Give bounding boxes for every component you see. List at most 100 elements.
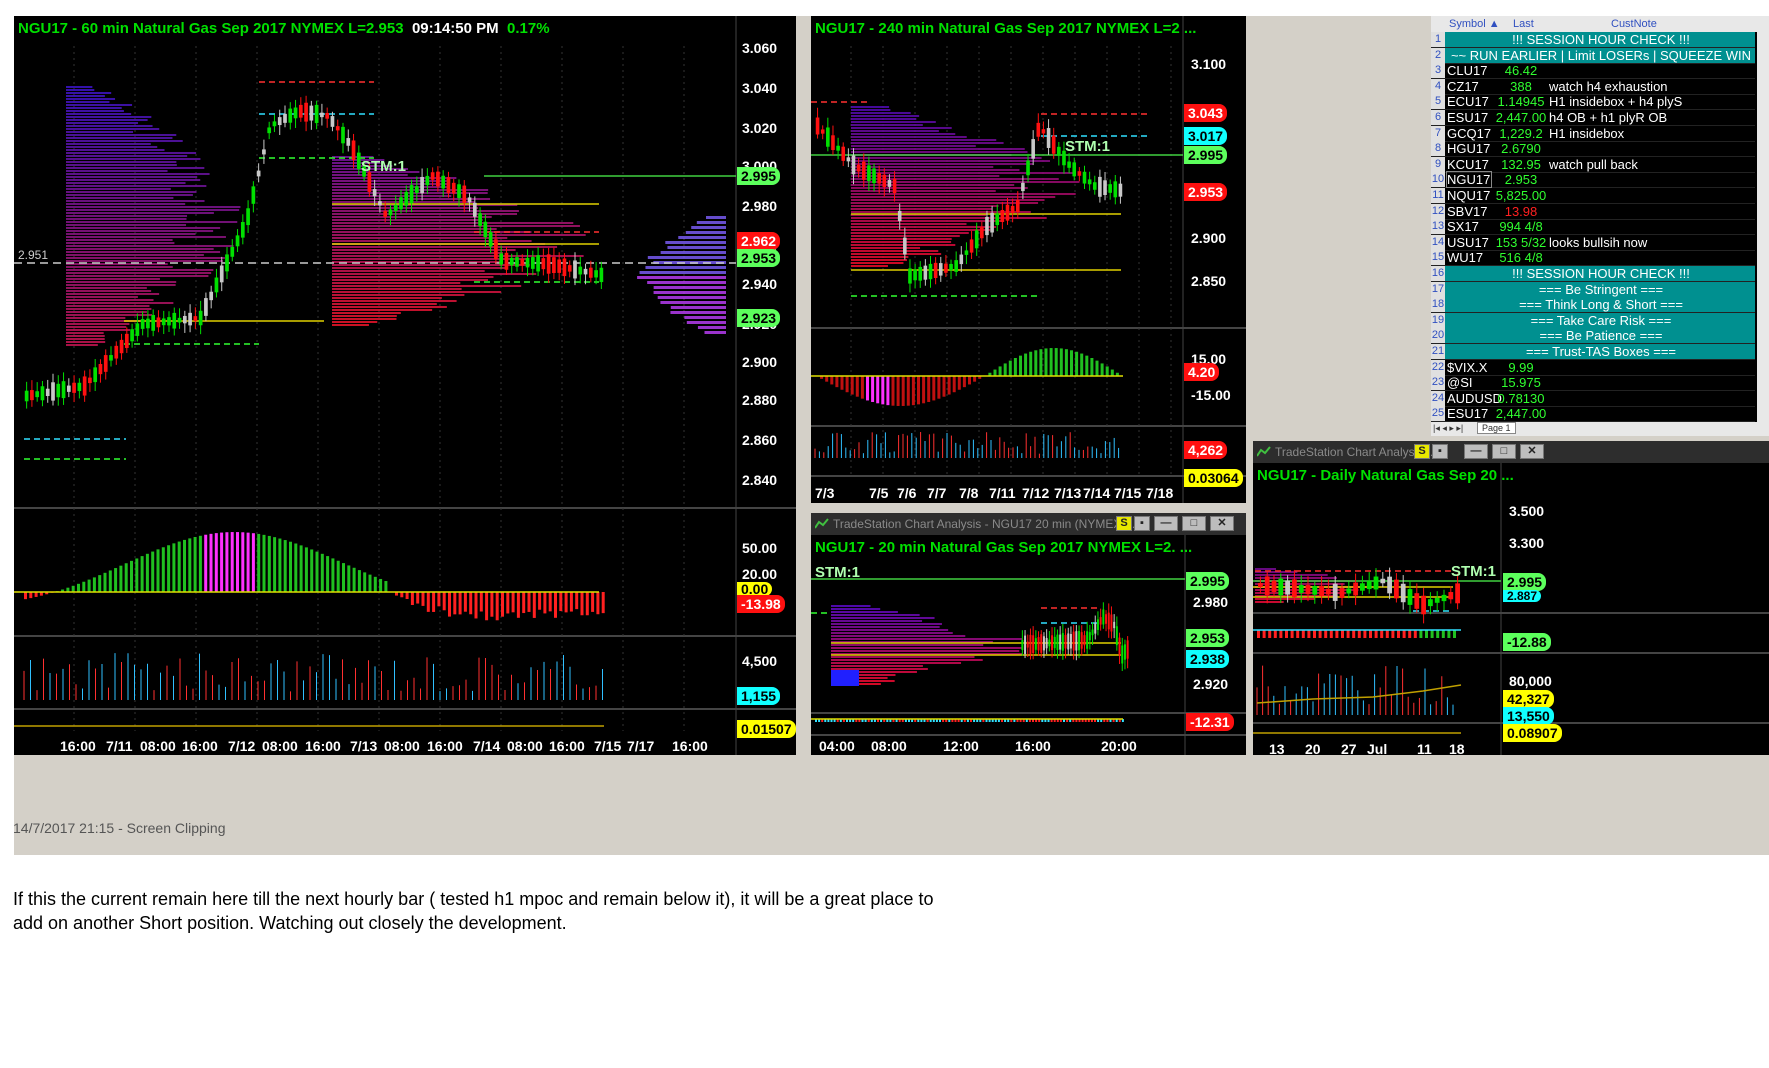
grid-row[interactable]: 1 !!! SESSION HOUR CHECK !!!: [1431, 32, 1755, 48]
grid-row[interactable]: 22 $VIX.X 9.99: [1431, 359, 1755, 376]
symbol-cell[interactable]: NGU17: [1446, 171, 1492, 189]
custnote-cell[interactable]: watch h4 exhaustion: [1549, 79, 1755, 94]
histogram-bar: [135, 558, 139, 592]
chart-60min[interactable]: NGU17 - 60 min Natural Gas Sep 2017 NYME…: [14, 16, 796, 755]
s-button[interactable]: S: [1414, 444, 1430, 459]
volume-profile: [66, 329, 131, 331]
grid-row[interactable]: 11 NQU17 5,825.00: [1431, 188, 1755, 204]
window-titlebar-20min[interactable]: TradeStation Chart Analysis - NGU17 20 m…: [811, 513, 1246, 535]
grid-row[interactable]: 17 === Be Stringent ===: [1431, 281, 1755, 298]
grid-row[interactable]: 24 AUDUSD 0.78130: [1431, 390, 1755, 407]
maximize-button[interactable]: □: [1492, 444, 1516, 459]
symbol-cell[interactable]: SBV17: [1447, 204, 1491, 219]
price-candle: [414, 186, 419, 193]
custnote-cell[interactable]: looks bullsih now: [1549, 235, 1755, 250]
grid-row[interactable]: 15 WU17 516 4/8: [1431, 250, 1755, 267]
x-tick: 7/12: [228, 738, 256, 754]
custnote-cell[interactable]: watch pull back: [1549, 157, 1755, 172]
col-last[interactable]: Last: [1513, 18, 1534, 30]
chart-240min[interactable]: NGU17 - 240 min Natural Gas Sep 2017 NYM…: [811, 16, 1246, 503]
grid-row[interactable]: 13 SX17 994 4/8: [1431, 219, 1755, 236]
settings-icon[interactable]: ▪: [1432, 444, 1448, 459]
chart-20min[interactable]: NGU17 - 20 min Natural Gas Sep 2017 NYME…: [811, 535, 1246, 755]
chart-240min-canvas[interactable]: [811, 16, 1246, 503]
page-nav-icons[interactable]: |◂ ◂ ▸ ▸|: [1433, 423, 1463, 434]
symbol-cell[interactable]: GCQ17: [1447, 126, 1491, 141]
symbol-cell[interactable]: SX17: [1447, 219, 1491, 234]
chart-daily[interactable]: NGU17 - Daily Natural Gas Sep 20 ... STM…: [1253, 463, 1769, 755]
symbol-cell[interactable]: ECU17: [1447, 94, 1491, 109]
grid-row[interactable]: 9 KCU17 132.95 watch pull back: [1431, 156, 1755, 173]
grid-row[interactable]: 8 HGU17 2.6790: [1431, 141, 1755, 158]
grid-row[interactable]: 23 @SI 15.975: [1431, 375, 1755, 392]
grid-row[interactable]: 20 === Be Patience ===: [1431, 328, 1755, 345]
price-candle: [1332, 583, 1338, 601]
grid-row[interactable]: 21 === Trust-TAS Boxes ===: [1431, 344, 1755, 360]
custnote-cell[interactable]: H1 insidebox + h4 plyS: [1549, 94, 1755, 109]
volume-profile: [66, 233, 196, 235]
grid-row[interactable]: 5 ECU17 1.14945 H1 insidebox + h4 plyS: [1431, 94, 1755, 111]
chart-60min-canvas[interactable]: [14, 16, 796, 755]
histogram-bar: [426, 592, 430, 612]
symbol-cell[interactable]: AUDUSD: [1447, 391, 1502, 406]
symbol-cell[interactable]: ESU17: [1447, 110, 1491, 125]
price-candle: [1407, 589, 1413, 605]
grid-row[interactable]: 18 === Think Long & Short ===: [1431, 297, 1755, 314]
histogram-bar: [347, 565, 351, 592]
symbol-cell[interactable]: USU17: [1447, 235, 1491, 250]
volume-profile: [851, 145, 976, 147]
histogram-bar: [130, 560, 133, 592]
histogram-bar: [922, 376, 926, 404]
price-candle: [151, 315, 156, 331]
volume-profile: [66, 332, 104, 334]
histogram-bar: [140, 556, 144, 592]
grid-row[interactable]: 25 ESU17 2,447.00: [1431, 406, 1755, 423]
symbol-cell[interactable]: WU17: [1447, 250, 1491, 265]
volume-profile: [851, 106, 890, 108]
grid-row[interactable]: 16 !!! SESSION HOUR CHECK !!!: [1431, 266, 1755, 282]
histogram-bar: [1453, 630, 1456, 638]
maximize-button[interactable]: □: [1182, 516, 1206, 531]
symbol-cell[interactable]: KCU17: [1447, 157, 1491, 172]
symbol-cell[interactable]: NQU17: [1447, 188, 1491, 203]
col-custnote[interactable]: CustNote: [1611, 18, 1657, 30]
symbol-cell[interactable]: @SI: [1447, 375, 1491, 390]
grid-row[interactable]: 12 SBV17 13.98: [1431, 203, 1755, 220]
col-symbol[interactable]: Symbol ▲: [1449, 18, 1500, 30]
s-button[interactable]: S: [1116, 516, 1132, 531]
close-button[interactable]: ✕: [1210, 516, 1234, 531]
grid-row[interactable]: 6 ESU17 2,447.00 h4 OB + h1 plyR OB: [1431, 110, 1755, 126]
symbol-cell[interactable]: HGU17: [1447, 141, 1491, 156]
volume-profile: [66, 302, 174, 304]
grid-row[interactable]: 14 USU17 153 5/32 looks bullsih now: [1431, 234, 1755, 251]
symbol-cell[interactable]: ESU17: [1447, 406, 1491, 421]
price-candle: [959, 254, 964, 265]
symbol-cell[interactable]: $VIX.X: [1447, 360, 1491, 375]
grid-row[interactable]: 4 CZ17 388 watch h4 exhaustion: [1431, 78, 1755, 95]
price-candle: [928, 263, 933, 280]
grid-row[interactable]: 7 GCQ17 1,229.2 H1 insidebox: [1431, 125, 1755, 142]
custnote-cell[interactable]: H1 insidebox: [1549, 126, 1755, 141]
chart-20min-canvas[interactable]: [811, 535, 1246, 755]
minimize-button[interactable]: —: [1154, 516, 1178, 531]
grid-row[interactable]: 2 ~~ RUN EARLIER | Limit LOSERs | SQUEEZE…: [1431, 47, 1755, 64]
ind1-zero-tag: 0.00: [737, 582, 773, 596]
price-candle: [119, 339, 124, 354]
volume-profile: [66, 281, 177, 283]
grid-row[interactable]: 10 NGU17 2.953: [1431, 171, 1755, 189]
minimize-button[interactable]: —: [1464, 444, 1488, 459]
x-tick: 08:00: [384, 738, 420, 754]
grid-row[interactable]: 19 === Take Care Risk ===: [1431, 312, 1755, 329]
custnote-cell[interactable]: h4 OB + h1 plyR OB: [1549, 110, 1755, 125]
volume-profile: [831, 644, 984, 646]
radar-screen-grid[interactable]: Symbol ▲ Last CustNote 1 !!! SESSION HOUR…: [1431, 16, 1769, 436]
grid-scrollbar[interactable]: [1757, 32, 1769, 422]
price-candle: [954, 260, 958, 272]
close-button[interactable]: ✕: [1520, 444, 1544, 459]
symbol-cell[interactable]: CLU17: [1447, 63, 1491, 78]
volume-profile: [332, 234, 586, 236]
tab-page-1[interactable]: Page 1: [1477, 422, 1516, 434]
settings-icon[interactable]: ▪: [1134, 516, 1150, 531]
symbol-cell[interactable]: CZ17: [1447, 79, 1491, 94]
grid-row[interactable]: 3 CLU17 46.42: [1431, 63, 1755, 80]
